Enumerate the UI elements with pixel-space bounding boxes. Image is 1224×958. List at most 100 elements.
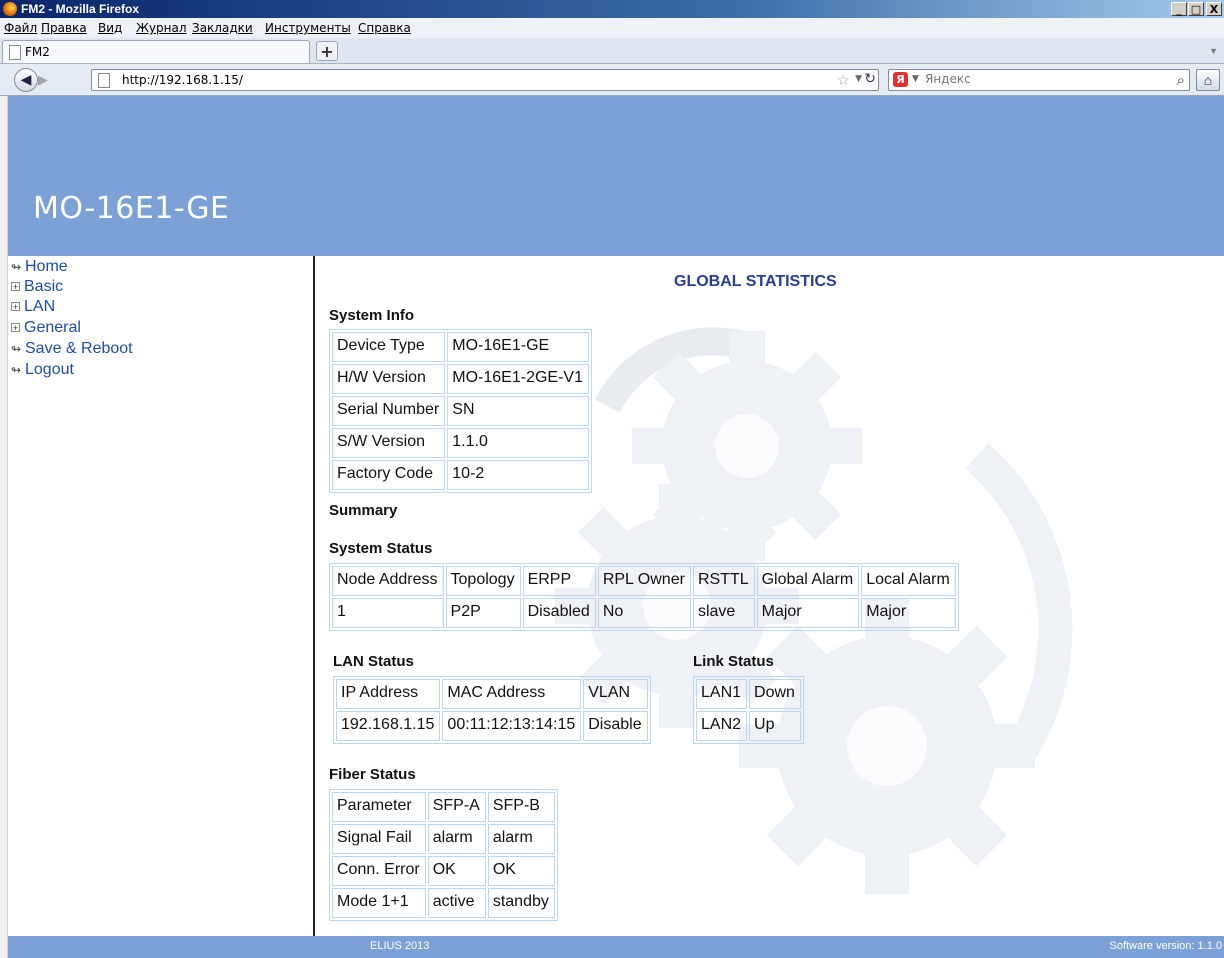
table-cell: Signal Fail — [332, 824, 426, 854]
table-row: Conn. Error OK OK — [332, 856, 555, 886]
lan-status-heading: LAN Status — [333, 653, 414, 670]
table-row: S/W Version 1.1.0 — [332, 428, 589, 458]
table-cell: S/W Version — [332, 428, 446, 458]
window-titlebar: FM2 - Mozilla Firefox _ □ X — [0, 0, 1224, 18]
fiber-status-heading: Fiber Status — [329, 766, 416, 783]
tab-label: FM2 — [25, 45, 50, 59]
table-cell: Disable — [583, 711, 648, 741]
yandex-icon[interactable]: Я — [893, 72, 908, 87]
sidebar-item-label: General — [24, 319, 81, 336]
sidebar-item-general[interactable]: + General — [11, 319, 81, 337]
menu-bookmarks[interactable]: Закладки — [192, 21, 253, 35]
column-header: IP Address — [336, 679, 441, 709]
sidebar-item-save-reboot[interactable]: ↬ Save & Reboot — [11, 340, 133, 358]
table-row: 192.168.1.15 00:11:12:13:14:15 Disable — [336, 711, 648, 741]
search-bar[interactable]: Я ▼ ⌕ — [888, 69, 1190, 91]
table-cell: H/W Version — [332, 364, 446, 394]
sidebar-item-label: Logout — [25, 361, 74, 378]
table-cell: Mode 1+1 — [332, 888, 426, 918]
column-header: RSTTL — [692, 566, 755, 596]
system-info-table: Device Type MO-16E1-GE H/W Version MO-16E1… — [329, 329, 592, 493]
plus-box-icon[interactable]: + — [11, 323, 20, 333]
table-cell: OK — [487, 856, 555, 886]
main-content: GLOBAL STATISTICS System Info Device Typ… — [317, 256, 1224, 936]
home-button[interactable]: ⌂ — [1196, 69, 1220, 91]
plus-box-icon[interactable]: + — [11, 282, 20, 292]
address-bar[interactable]: http://192.168.1.15/ ☆ ▼ ↻ — [91, 69, 879, 91]
back-button[interactable]: ◀ — [14, 68, 38, 92]
history-dropdown-icon[interactable]: ▼ — [855, 74, 862, 84]
column-header: Node Address — [332, 566, 444, 596]
new-tab-button[interactable]: + — [316, 41, 338, 61]
table-cell: OK — [427, 856, 486, 886]
table-cell: 1.1.0 — [447, 428, 589, 458]
close-button[interactable]: X — [1206, 2, 1222, 16]
menu-tools[interactable]: Инструменты — [265, 21, 351, 35]
arrow-icon: ↬ — [11, 260, 22, 274]
table-cell: Serial Number — [332, 396, 446, 426]
menu-help[interactable]: Справка — [358, 21, 411, 35]
maximize-button[interactable]: □ — [1188, 2, 1204, 16]
sidebar-item-basic[interactable]: + Basic — [11, 278, 63, 296]
table-row: H/W Version MO-16E1-2GE-V1 — [332, 364, 589, 394]
window-border — [0, 96, 8, 958]
plus-box-icon[interactable]: + — [11, 302, 20, 312]
bookmark-star-icon[interactable]: ☆ — [837, 71, 850, 89]
table-cell: No — [597, 598, 691, 628]
column-header: SFP-A — [427, 792, 486, 822]
sidebar-item-home[interactable]: ↬ Home — [11, 258, 68, 276]
page-icon — [98, 73, 110, 88]
sidebar-item-logout[interactable]: ↬ Logout — [11, 361, 74, 379]
table-cell: 1 — [332, 598, 444, 628]
column-header: SFP-B — [487, 792, 555, 822]
table-header-row: Node Address Topology ERPP RPL Owner RST… — [332, 566, 956, 596]
table-row: 1 P2P Disabled No slave Major Major — [332, 598, 956, 628]
tab-fm2[interactable]: FM2 — [2, 40, 310, 63]
table-cell: Major — [861, 598, 956, 628]
minimize-button[interactable]: _ — [1171, 2, 1187, 16]
software-version-text: Software version: 1.1.0 — [1109, 940, 1222, 952]
column-header: Global Alarm — [756, 566, 860, 596]
table-cell: LAN1 — [696, 679, 748, 709]
table-cell: Device Type — [332, 332, 446, 362]
fiber-status-table: Parameter SFP-A SFP-B Signal Fail alarm alar… — [329, 789, 558, 921]
table-cell: Conn. Error — [332, 856, 426, 886]
table-cell: MO-16E1-2GE-V1 — [447, 364, 589, 394]
reload-icon[interactable]: ↻ — [864, 71, 876, 87]
sidebar-item-lan[interactable]: + LAN — [11, 298, 55, 316]
table-cell: Down — [749, 679, 801, 709]
sidebar-nav: ↬ Home + Basic + LAN + General ↬ Save & Reboo… — [8, 256, 315, 936]
url-text[interactable]: http://192.168.1.15/ — [122, 73, 243, 87]
navigation-toolbar: ◀ ▶ http://192.168.1.15/ ☆ ▼ ↻ Я ▼ ⌕ ⌂ — [0, 64, 1224, 96]
menu-history[interactable]: Журнал — [136, 21, 187, 35]
search-engine-dropdown-icon[interactable]: ▼ — [912, 74, 919, 84]
table-row: Signal Fail alarm alarm — [332, 824, 555, 854]
link-status-heading: Link Status — [693, 653, 774, 670]
forward-button[interactable]: ▶ — [38, 73, 56, 89]
table-row: LAN2 Up — [696, 711, 801, 741]
tab-list-icon[interactable]: ▼ — [1209, 46, 1218, 56]
lan-status-table: IP Address MAC Address VLAN 192.168.1.15… — [333, 676, 651, 744]
table-row: LAN1 Down — [696, 679, 801, 709]
table-header-row: IP Address MAC Address VLAN — [336, 679, 648, 709]
summary-heading: Summary — [329, 502, 398, 519]
window-title: FM2 - Mozilla Firefox — [21, 2, 140, 16]
table-cell: Factory Code — [332, 460, 446, 490]
header-banner: MO-16E1-GE — [8, 96, 1224, 256]
sidebar-item-label: Basic — [24, 278, 64, 295]
system-info-heading: System Info — [329, 307, 415, 324]
table-cell: slave — [692, 598, 755, 628]
table-cell: Up — [749, 711, 801, 741]
menu-file[interactable]: Файл — [4, 21, 37, 35]
menu-view[interactable]: Вид — [98, 21, 122, 35]
table-cell: standby — [487, 888, 555, 918]
table-cell: 00:11:12:13:14:15 — [442, 711, 582, 741]
table-cell: active — [427, 888, 486, 918]
table-cell: alarm — [427, 824, 486, 854]
column-header: ERPP — [522, 566, 596, 596]
menu-edit[interactable]: Правка — [41, 21, 87, 35]
search-input[interactable] — [925, 72, 1145, 86]
search-icon[interactable]: ⌕ — [1177, 71, 1185, 89]
link-status-table: LAN1 Down LAN2 Up — [693, 676, 804, 744]
table-cell: P2P — [445, 598, 521, 628]
